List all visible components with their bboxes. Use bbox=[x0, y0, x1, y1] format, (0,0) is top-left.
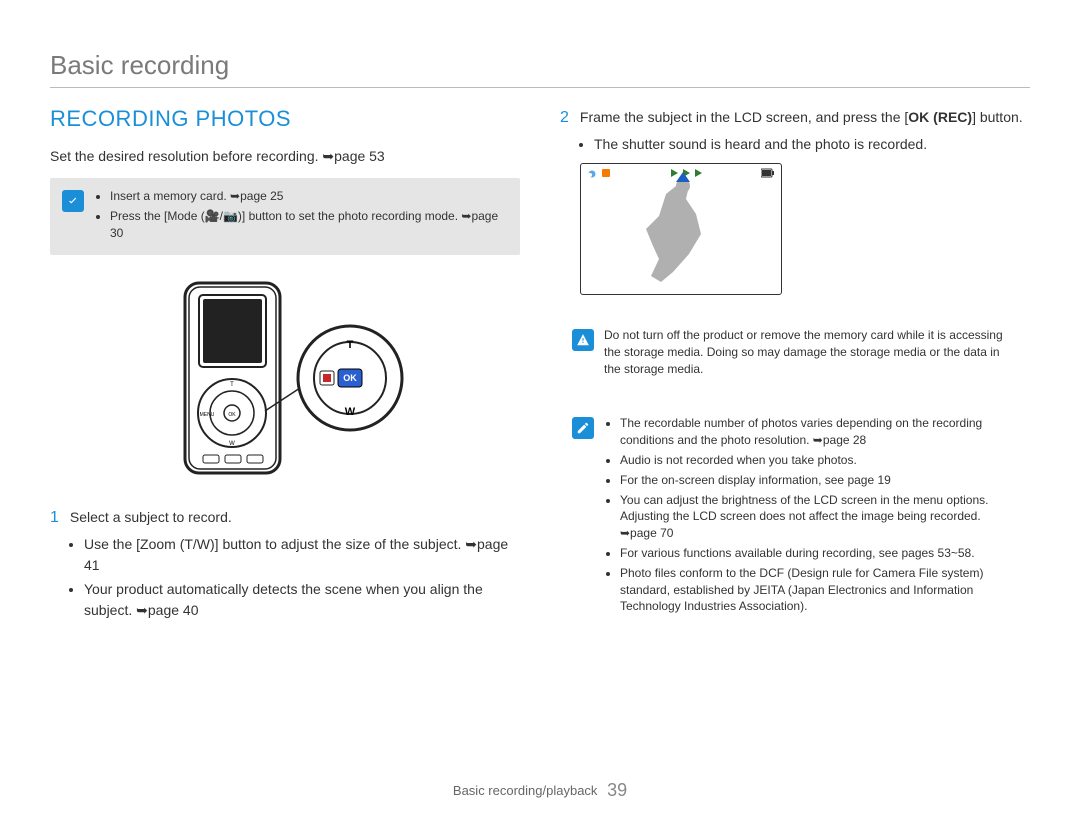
prereq-item: Press the [Mode (🎥/📷)] button to set the… bbox=[110, 208, 508, 242]
step-text: button. bbox=[980, 109, 1023, 125]
device-illustration: T W MENU OK OK T W bbox=[50, 273, 520, 488]
prerequisites-list: Insert a memory card. ➥page 25 Press the… bbox=[94, 188, 508, 244]
svg-text:OK: OK bbox=[343, 373, 357, 383]
page-footer: Basic recording/playback 39 bbox=[0, 780, 1080, 801]
step-title: Select a subject to record. bbox=[70, 509, 232, 525]
note-item: Photo files conform to the DCF (Design r… bbox=[620, 565, 1018, 615]
prereq-item: Insert a memory card. ➥page 25 bbox=[110, 188, 508, 205]
subject-silhouette bbox=[581, 164, 781, 294]
step-1: 1 Select a subject to record. Use the [Z… bbox=[50, 506, 520, 621]
step-bullet: The shutter sound is heard and the photo… bbox=[594, 134, 1030, 155]
note-icon bbox=[572, 417, 594, 439]
page-title: Basic recording bbox=[50, 50, 1030, 88]
svg-text:W: W bbox=[345, 406, 356, 418]
notes-box: The recordable number of photos varies d… bbox=[560, 405, 1030, 628]
warning-box: Do not turn off the product or remove th… bbox=[560, 317, 1030, 387]
right-column: 2 Frame the subject in the LCD screen, a… bbox=[560, 106, 1030, 646]
prerequisites-box: Insert a memory card. ➥page 25 Press the… bbox=[50, 178, 520, 254]
step-bullet: Use the [Zoom (T/W)] button to adjust th… bbox=[84, 534, 520, 576]
step-number: 1 bbox=[50, 506, 66, 530]
check-icon bbox=[62, 190, 84, 212]
step-2: 2 Frame the subject in the LCD screen, a… bbox=[560, 106, 1030, 155]
lcd-preview bbox=[580, 163, 782, 295]
page-number: 39 bbox=[607, 780, 627, 800]
warning-text: Do not turn off the product or remove th… bbox=[604, 327, 1018, 377]
pointer-icon bbox=[676, 172, 690, 182]
footer-section: Basic recording/playback bbox=[453, 783, 598, 798]
step-text-bold: [OK (REC)] bbox=[904, 109, 976, 125]
note-item: Audio is not recorded when you take phot… bbox=[620, 452, 1018, 469]
svg-text:OK: OK bbox=[228, 412, 236, 418]
note-item: You can adjust the brightness of the LCD… bbox=[620, 492, 1018, 542]
note-item: For various functions available during r… bbox=[620, 545, 1018, 562]
svg-text:MENU: MENU bbox=[200, 412, 215, 418]
note-item: For the on-screen display information, s… bbox=[620, 472, 1018, 489]
warning-icon bbox=[572, 329, 594, 351]
step-bullet: Your product automatically detects the s… bbox=[84, 579, 520, 621]
step-number: 2 bbox=[560, 106, 576, 130]
section-heading: RECORDING PHOTOS bbox=[50, 106, 520, 132]
intro-text: Set the desired resolution before record… bbox=[50, 146, 520, 166]
left-column: RECORDING PHOTOS Set the desired resolut… bbox=[50, 106, 520, 646]
note-item: The recordable number of photos varies d… bbox=[620, 415, 1018, 449]
svg-text:T: T bbox=[230, 382, 234, 388]
svg-text:W: W bbox=[229, 441, 235, 447]
step-text: Frame the subject in the LCD screen, and… bbox=[580, 109, 905, 125]
svg-text:T: T bbox=[347, 339, 354, 351]
notes-list: The recordable number of photos varies d… bbox=[604, 415, 1018, 618]
